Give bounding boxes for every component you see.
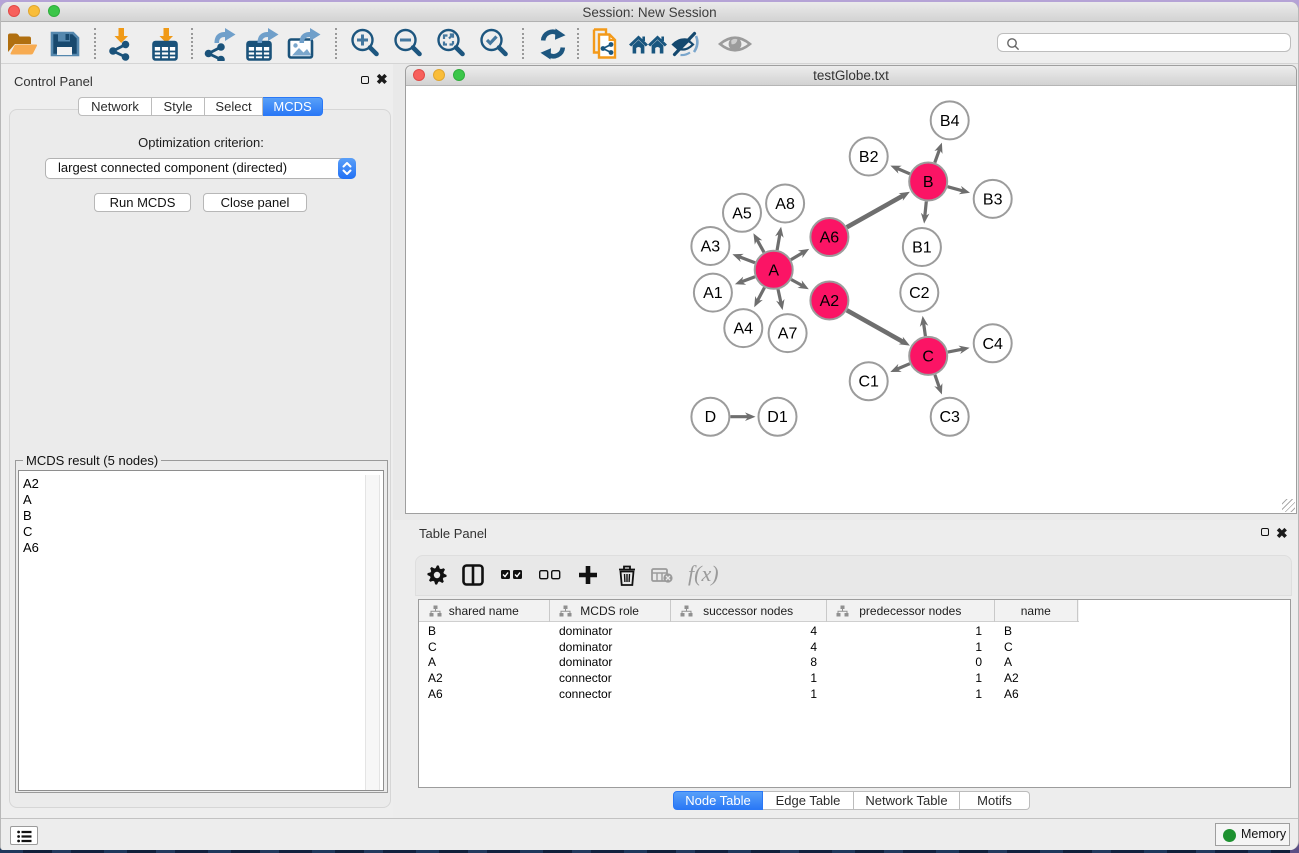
svg-text:D: D xyxy=(705,409,717,426)
svg-text:C2: C2 xyxy=(909,285,930,302)
svg-text:A2: A2 xyxy=(820,293,840,310)
svg-text:C4: C4 xyxy=(982,336,1003,353)
svg-text:A3: A3 xyxy=(701,239,721,256)
svg-text:B2: B2 xyxy=(859,149,879,166)
svg-text:B: B xyxy=(923,174,934,191)
svg-text:C: C xyxy=(922,348,934,365)
svg-text:A8: A8 xyxy=(775,196,795,213)
svg-text:C3: C3 xyxy=(939,409,960,426)
svg-text:A: A xyxy=(768,262,779,279)
svg-text:D1: D1 xyxy=(767,409,788,426)
svg-text:B4: B4 xyxy=(940,113,960,130)
svg-text:A4: A4 xyxy=(734,321,754,338)
svg-text:A7: A7 xyxy=(778,326,798,343)
svg-text:A1: A1 xyxy=(703,285,723,302)
svg-text:B1: B1 xyxy=(912,240,932,257)
svg-text:A6: A6 xyxy=(820,230,840,247)
svg-text:B3: B3 xyxy=(983,191,1003,208)
svg-text:C1: C1 xyxy=(858,374,879,391)
svg-text:A5: A5 xyxy=(732,205,752,222)
